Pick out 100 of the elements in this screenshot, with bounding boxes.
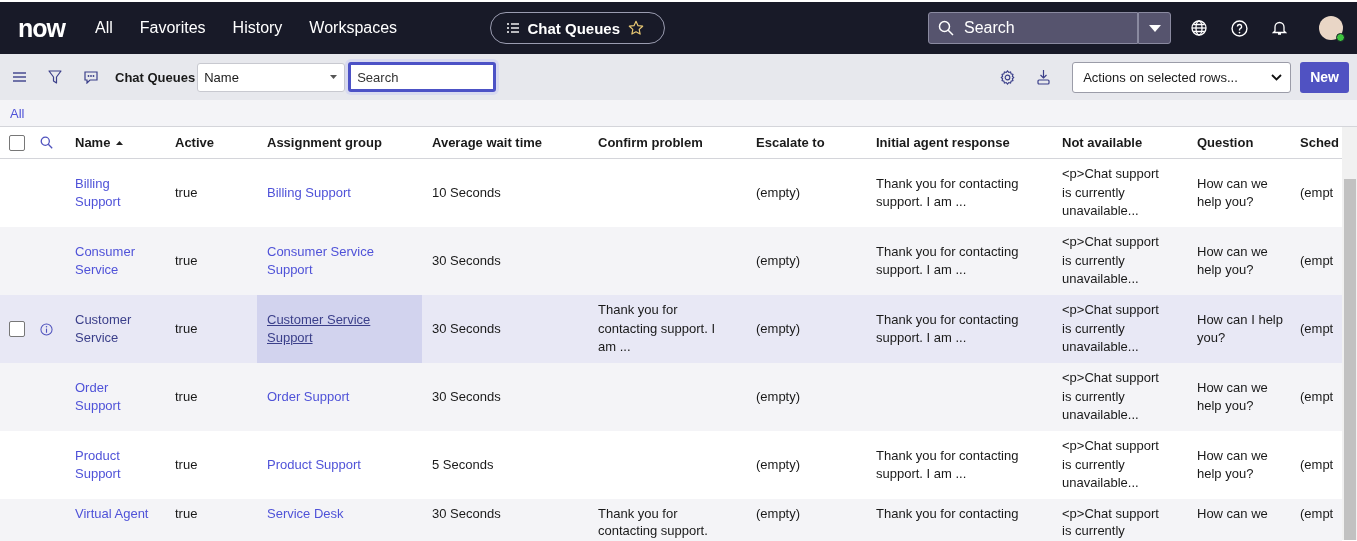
select-all-checkbox[interactable]: [9, 134, 25, 151]
table-cell-text: 5 Seconds: [432, 455, 494, 474]
table-row[interactable]: Consumer Service true Consumer Service Support 30 Seconds (empty) Thank you for contacting support. I am ... <p>Chat support is currently unavailable... How can we help you? (empt: [0, 227, 1342, 295]
actions-select[interactable]: Actions on selected rows...: [1072, 61, 1292, 93]
logo[interactable]: now: [18, 13, 65, 43]
record-link[interactable]: Order Support: [75, 378, 151, 416]
caret-icon: [330, 75, 338, 79]
search-icon[interactable]: [40, 136, 53, 149]
table-cell-text: (empt: [1300, 251, 1334, 270]
table-cell-text: Thank you for contacting support. I am ...: [876, 174, 1020, 211]
download-icon[interactable]: [1037, 69, 1051, 85]
table-cell-text: (empty): [756, 455, 801, 474]
column-header[interactable]: Not available: [1062, 135, 1143, 150]
star-icon[interactable]: [628, 20, 644, 36]
new-button[interactable]: New: [1300, 61, 1349, 93]
table-cell-text: How can we help you?: [1197, 446, 1269, 483]
table-cell: 30 Seconds: [432, 505, 501, 522]
table-cell-text: Thank you for contacting support. I am ...: [598, 301, 717, 357]
vertical-scrollbar[interactable]: [1342, 127, 1357, 540]
table-cell-text: Thank you for contacting support. I am ...: [876, 446, 1020, 483]
global-search-field[interactable]: Search: [928, 12, 1138, 44]
column-header[interactable]: Question: [1197, 135, 1254, 150]
column-header[interactable]: Active: [175, 135, 215, 150]
table-cell: (empt: [1300, 505, 1334, 522]
table-cell-text: true: [175, 183, 198, 202]
breadcrumb-link[interactable]: All: [10, 105, 25, 121]
table-cell-text: How can we help you?: [1197, 378, 1269, 415]
globe-icon[interactable]: [1191, 20, 1207, 36]
column-header[interactable]: Average wait time: [432, 135, 543, 150]
bell-icon[interactable]: [1272, 20, 1287, 36]
table-cell-text: Thank you for contacting support.: [598, 505, 709, 539]
record-link[interactable]: Virtual Agent: [75, 505, 149, 522]
table-cell-text: true: [175, 455, 198, 474]
table-cell-text: <p>Chat support is currently: [1062, 505, 1160, 539]
table-cell-text: How can we help you?: [1197, 174, 1269, 211]
nav-menu-item[interactable]: Workspaces: [309, 19, 398, 37]
table-cell-text: true: [175, 251, 198, 270]
table-cell-text: Thank you for contacting support. I am ...: [876, 242, 1020, 279]
settings-icon[interactable]: [1000, 69, 1016, 85]
table-cell-text: <p>Chat support is currently unavailable...: [1062, 437, 1160, 493]
table-cell-text: (empty): [756, 183, 801, 202]
list-icon: [507, 23, 520, 33]
user-avatar[interactable]: [1319, 16, 1343, 40]
nav-menu-item[interactable]: History: [232, 19, 283, 37]
filter-icon[interactable]: [48, 70, 62, 84]
column-header[interactable]: Sched: [1300, 135, 1339, 150]
table-cell-text: 30 Seconds: [432, 319, 501, 338]
table-cell: true: [175, 505, 198, 522]
record-link[interactable]: Consumer Service: [75, 242, 151, 280]
table-cell-text: <p>Chat support is currently unavailable...: [1062, 233, 1160, 289]
table-cell-text: (empty): [756, 387, 801, 406]
table-cell: Thank you for contacting: [876, 505, 1019, 522]
table-row[interactable]: Order Support true Order Support 30 Seconds (empty) <p>Chat support is currently unavailable... How can we help you? (empt: [0, 363, 1342, 431]
column-header[interactable]: Name: [75, 135, 111, 150]
menu-icon[interactable]: [13, 72, 26, 82]
online-status-dot: [1336, 33, 1345, 42]
help-icon[interactable]: [1231, 19, 1248, 37]
caret-icon: [1148, 24, 1161, 32]
record-link[interactable]: Service Desk: [267, 505, 344, 522]
table-row[interactable]: Virtual Agent true Service Desk 30 Seconds Thank you for contacting support. (empty) Thank you for contacting <p>Chat support is currently How can we (empt: [0, 499, 1342, 541]
nav-menu-item[interactable]: Favorites: [139, 19, 206, 37]
table-cell-text: 10 Seconds: [432, 183, 501, 202]
table-cell-text: <p>Chat support is currently unavailable...: [1062, 369, 1160, 425]
table-cell-text: (empt: [1300, 183, 1334, 202]
column-header[interactable]: Initial agent response: [876, 135, 1010, 150]
search-dropdown-button[interactable]: [1138, 12, 1171, 44]
column-header[interactable]: Escalate to: [756, 135, 825, 150]
info-icon[interactable]: [40, 322, 53, 336]
table-cell-text: How can I help you?: [1197, 310, 1283, 347]
list-search-field[interactable]: Search: [348, 62, 497, 92]
table-row[interactable]: [0, 295, 1342, 363]
table-cell-text: <p>Chat support is currently unavailable...: [1062, 165, 1160, 221]
table-cell: How can we: [1197, 505, 1268, 522]
list-title: Chat Queues: [115, 69, 196, 85]
record-link[interactable]: Customer Service: [75, 310, 151, 348]
column-header[interactable]: Assignment group: [267, 135, 382, 150]
table-cell: (empty): [756, 505, 801, 522]
record-link[interactable]: Billing Support: [267, 183, 351, 203]
record-link[interactable]: Product Support: [267, 455, 361, 475]
table-cell-text: 30 Seconds: [432, 251, 501, 270]
field-select[interactable]: Name: [197, 62, 346, 92]
table-cell-text: <p>Chat support is currently unavailable...: [1062, 301, 1160, 357]
nav-menu-item[interactable]: All: [95, 19, 113, 37]
record-link[interactable]: Billing Support: [75, 174, 151, 212]
chat-icon[interactable]: [84, 70, 98, 84]
record-link[interactable]: Order Support: [267, 387, 350, 407]
record-link[interactable]: Consumer Service Support: [267, 242, 408, 280]
table-cell-text: 30 Seconds: [432, 387, 501, 406]
table-cell-text: true: [175, 387, 198, 406]
row-checkbox[interactable]: [9, 321, 25, 337]
table-cell-text: (empty): [756, 319, 801, 338]
record-link[interactable]: Product Support: [75, 446, 151, 484]
table-cell-text: Thank you for contacting support. I am ...: [876, 310, 1020, 347]
column-header[interactable]: Confirm problem: [598, 135, 703, 150]
chevron-down-icon: [1271, 73, 1283, 81]
table-cell-text: (empty): [756, 251, 801, 270]
table-cell-text: (empt: [1300, 319, 1334, 338]
table-cell-text: (empt: [1300, 387, 1334, 406]
table-cell-text: true: [175, 319, 198, 338]
table-cell-text: (empt: [1300, 455, 1334, 474]
